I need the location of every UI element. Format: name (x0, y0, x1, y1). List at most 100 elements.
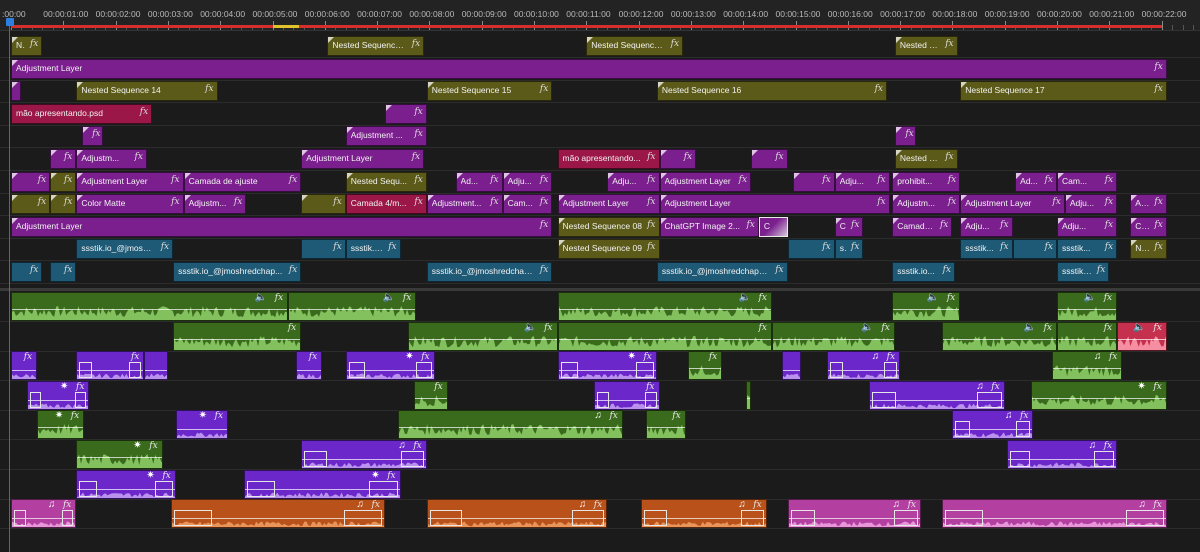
fx-badge[interactable]: fx (943, 265, 951, 275)
fx-badge[interactable]: fx (875, 84, 883, 94)
video-clip[interactable]: fx (787, 239, 835, 260)
fx-badge[interactable]: fx (1104, 293, 1112, 303)
fx-badge[interactable]: fx (289, 175, 297, 185)
audio-clip[interactable]: fx ✷ (26, 380, 90, 410)
video-clip[interactable]: Camada... fx (892, 216, 953, 237)
timeline-panel[interactable]: :00:00 00:00:01:00 00:00:02:00 00:00:03:00 0… (0, 0, 1200, 552)
fx-badge[interactable]: fx (540, 84, 548, 94)
audio-clip[interactable]: fx ✷ (1030, 380, 1167, 410)
video-clip[interactable]: Nested Se... fx (1130, 239, 1167, 260)
fx-badge[interactable]: fx (1045, 175, 1053, 185)
video-clip[interactable]: Nested Sequence 09 fx (557, 239, 660, 260)
video-clip[interactable]: ssstik.io... fx (892, 262, 955, 282)
fx-badge[interactable]: fx (544, 323, 552, 333)
video-clip[interactable]: mão apresentando.psd fx (11, 103, 153, 124)
fx-badge[interactable]: fx (1154, 84, 1162, 94)
audio-clip[interactable] (782, 351, 801, 381)
video-clip[interactable]: Color Matte fx (76, 194, 184, 215)
audio-clip[interactable]: fx 🔈 (288, 292, 417, 321)
fx-badge[interactable]: fx (333, 197, 341, 207)
fx-badge[interactable]: fx (149, 441, 157, 451)
audio-clip[interactable]: fx ♫ (1007, 440, 1118, 469)
volume-rubber-band[interactable] (772, 338, 894, 340)
fx-badge[interactable]: fx (92, 129, 100, 139)
video-clip[interactable]: Adju... fx (834, 171, 890, 192)
video-clip[interactable]: Nested Sequence 21 fx (586, 36, 684, 56)
fx-badge[interactable]: fx (38, 197, 46, 207)
audio-clip[interactable]: fx 🔈 (892, 292, 961, 321)
fx-badge[interactable]: fx (1105, 197, 1113, 207)
fx-badge[interactable]: fx (490, 175, 498, 185)
video-clip[interactable]: fx (11, 262, 43, 282)
video-clip[interactable]: Adjustment Layer fx (557, 194, 660, 215)
video-clip[interactable]: ssstik.io_@jmoshredchap... fx (173, 262, 302, 282)
audio-crossfade[interactable] (14, 510, 26, 527)
fx-badge[interactable]: fx (372, 500, 380, 510)
fx-badge[interactable]: fx (540, 197, 548, 207)
audio-clip[interactable]: fx ♫ (641, 499, 767, 529)
audio-clip[interactable]: fx (1057, 321, 1118, 351)
fx-badge[interactable]: fx (63, 500, 71, 510)
volume-rubber-band[interactable] (1058, 338, 1117, 340)
fx-badge[interactable]: fx (171, 197, 179, 207)
volume-rubber-band[interactable] (12, 309, 288, 310)
fx-badge[interactable]: fx (1105, 175, 1113, 185)
fx-badge[interactable]: fx (647, 220, 655, 230)
fx-badge[interactable]: fx (38, 175, 46, 185)
audio-clip[interactable]: fx ♫ (868, 380, 1005, 410)
video-clip[interactable]: fx (301, 194, 346, 215)
fx-badge[interactable]: fx (948, 197, 956, 207)
fx-badge[interactable]: fx (540, 220, 548, 230)
audio-crossfade[interactable] (79, 362, 92, 379)
video-clip[interactable]: Adjustment Layer fx (11, 216, 553, 237)
audio-crossfade[interactable] (29, 391, 41, 408)
audio-clip[interactable]: fx ♫ (787, 499, 921, 529)
video-clip[interactable]: ssstik.io_@jmoshr... fx (76, 239, 174, 260)
audio-crossfade[interactable] (415, 362, 432, 379)
fx-badge[interactable]: fx (851, 242, 859, 252)
video-clip[interactable]: Adjustment Layer fx (11, 58, 1167, 79)
audio-crossfade[interactable] (894, 510, 918, 527)
audio-crossfade[interactable] (369, 480, 398, 497)
audio-crossfade[interactable] (790, 510, 815, 527)
volume-rubber-band[interactable] (38, 427, 84, 429)
fx-badge[interactable]: fx (881, 323, 889, 333)
audio-crossfade[interactable] (129, 362, 142, 379)
audio-clip[interactable]: fx (76, 351, 145, 381)
audio-clip[interactable]: fx ✷ (557, 351, 657, 381)
fx-badge[interactable]: fx (309, 352, 317, 362)
audio-crossfade[interactable] (61, 510, 74, 527)
video-clip[interactable]: Adjustm... fx (892, 194, 961, 215)
video-clip[interactable]: Adjustment... fx (426, 194, 503, 215)
fx-badge[interactable]: fx (388, 242, 396, 252)
fx-badge[interactable]: fx (1154, 62, 1162, 72)
video-clip[interactable]: Adju... fx (502, 171, 553, 192)
fx-badge[interactable]: fx (1052, 197, 1060, 207)
video-clip[interactable]: Nested Sequence 16 fx (656, 81, 887, 102)
audio-clip[interactable]: fx ✷ (243, 469, 401, 499)
fx-badge[interactable]: fx (609, 411, 617, 421)
audio-crossfade[interactable] (977, 391, 1002, 408)
fx-badge[interactable]: fx (135, 152, 143, 162)
fx-badge[interactable]: fx (1097, 265, 1105, 275)
audio-clip[interactable]: fx 🔈 (941, 321, 1057, 351)
video-clip[interactable]: Adju... fx (1064, 194, 1118, 215)
video-clip[interactable]: Cam... fx (1057, 171, 1118, 192)
audio-clip[interactable]: fx ♫ (398, 410, 623, 440)
video-clip[interactable]: fx (301, 239, 346, 260)
video-clip[interactable]: fx (50, 262, 77, 282)
fx-badge[interactable]: fx (403, 293, 411, 303)
fx-badge[interactable]: fx (948, 175, 956, 185)
fx-badge[interactable]: fx (709, 352, 717, 362)
audio-crossfade[interactable] (955, 421, 970, 438)
audio-crossfade[interactable] (1010, 451, 1031, 467)
audio-clip[interactable] (745, 380, 752, 410)
volume-rubber-band[interactable] (558, 338, 771, 340)
volume-rubber-band[interactable] (1052, 368, 1122, 370)
fx-badge[interactable]: fx (413, 441, 421, 451)
video-clip[interactable]: ssstik.io_@jmoshredchapol... fx (656, 262, 788, 282)
fx-badge[interactable]: fx (412, 152, 420, 162)
fx-badge[interactable]: fx (851, 220, 859, 230)
video-clip[interactable]: Adju... fx (1057, 216, 1118, 237)
video-clip[interactable]: Nested Sequence 17 fx (960, 81, 1167, 102)
